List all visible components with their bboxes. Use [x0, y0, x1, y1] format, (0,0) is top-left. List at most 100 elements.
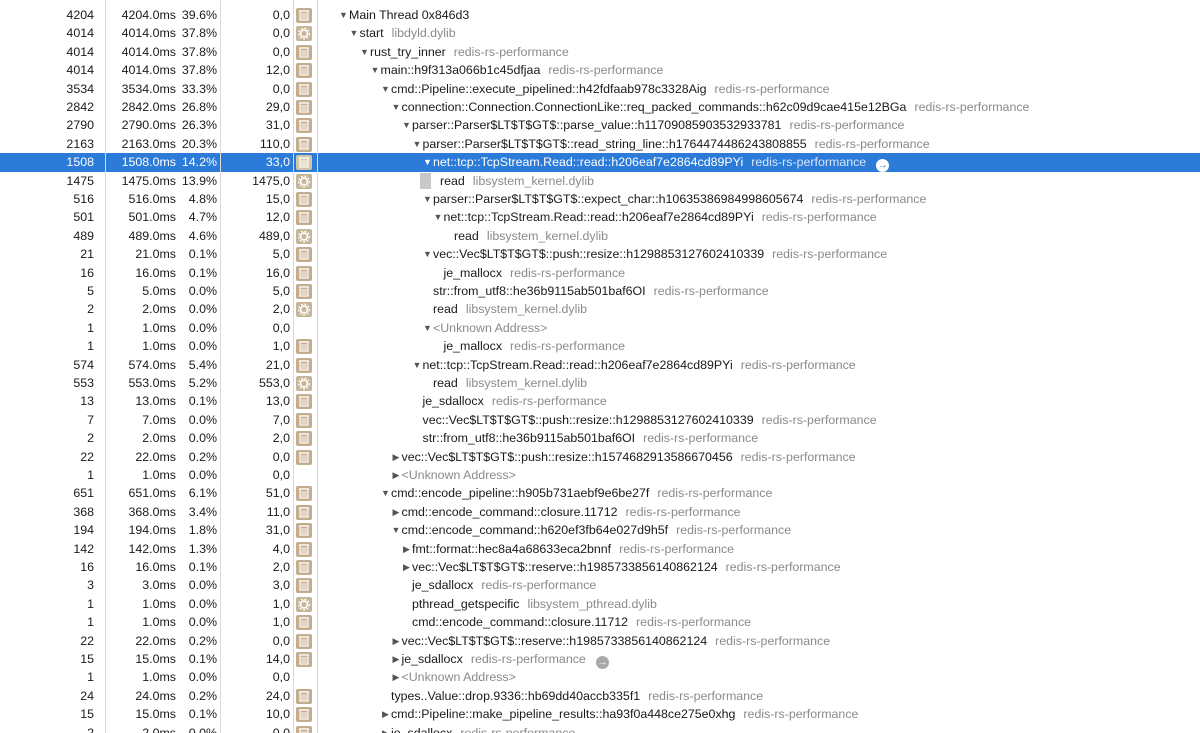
call-tree-row[interactable]: 516 516.0ms 4.8% 15,0 ▼parser::Parser$LT$T$G…: [0, 190, 1200, 208]
disclosure-expanded-icon[interactable]: ▼: [422, 190, 433, 208]
call-tree-row[interactable]: 1508 1508.0ms 14.2% 33,0 ▼net::tcp::TcpStrea…: [0, 153, 1200, 173]
disclosure-collapsed-icon[interactable]: ▶: [391, 668, 402, 686]
call-tree-row[interactable]: 16 16.0ms 0.1% 16,0 je_mallocx redis-rs-perfo…: [0, 264, 1200, 282]
call-tree-row[interactable]: 489 489.0ms 4.6% 489,0 read libsystem_kernel.…: [0, 227, 1200, 245]
call-tree-row[interactable]: 22 22.0ms 0.2% 0,0 ▶ vec::Vec$LT$T$GT$::reser…: [0, 632, 1200, 650]
call-tree-row[interactable]: 368 368.0ms 3.4% 11,0 ▶ cmd::encode_command::…: [0, 503, 1200, 521]
disclosure-collapsed-icon[interactable]: ▶: [391, 448, 402, 466]
disclosure-expanded-icon[interactable]: ▼: [359, 43, 370, 61]
call-tree-row[interactable]: 3 3.0ms 0.0% 3,0 je_sdallocx redis-rs-perform…: [0, 576, 1200, 594]
symbol-cell: je_sdallocx redis-rs-performance: [338, 576, 1200, 594]
disclosure-expanded-icon[interactable]: ▼: [391, 521, 402, 539]
call-tree-row[interactable]: 4014 4014.0ms 37.8% 0,0 ▼rust_try_inner redis…: [0, 43, 1200, 61]
disclosure-expanded-icon[interactable]: ▼: [412, 135, 423, 153]
call-tree-row[interactable]: 2790 2790.0ms 26.3% 31,0 ▼parser::Parser$LT$…: [0, 116, 1200, 134]
symbol-name: vec::Vec$LT$T$GT$::reserve::h19857338561…: [401, 633, 708, 648]
call-tree-row[interactable]: 1 1.0ms 0.0% 1,0 je_mallocx redis-rs-performa…: [0, 337, 1200, 355]
running-time: 4014.0ms: [121, 44, 176, 59]
call-tree-row[interactable]: 21 21.0ms 0.1% 5,0 ▼vec::Vec$LT$T$GT$::push:…: [0, 245, 1200, 263]
self-weight: 0,0: [272, 468, 290, 482]
symbol-name: main::h9f313a066b1c45dfjaa: [380, 63, 541, 78]
self-weight: 29,0: [265, 100, 290, 114]
symbol-cell: read libsystem_kernel.dylib: [338, 374, 1200, 392]
running-time: 574.0ms: [128, 357, 176, 372]
symbol-cell: ▼cmd::Pipeline::execute_pipelined::h42fd…: [338, 80, 1200, 98]
running-percent: 0.0%: [188, 468, 217, 482]
go-to-source-icon[interactable]: →: [595, 656, 609, 669]
disclosure-collapsed-icon[interactable]: ▶: [380, 705, 391, 723]
call-tree-row[interactable]: 24 24.0ms 0.2% 24,0 types..Value::drop.9336:…: [0, 687, 1200, 705]
call-tree-row[interactable]: 7 7.0ms 0.0% 7,0 vec::Vec$LT$T$GT$::push::re…: [0, 411, 1200, 429]
library-icon: [296, 357, 312, 373]
library-name: redis-rs-performance: [653, 284, 769, 298]
call-tree-row[interactable]: 651 651.0ms 6.1% 51,0 ▼cmd::encode_pipeline:…: [0, 484, 1200, 502]
disclosure-collapsed-icon[interactable]: ▶: [401, 540, 412, 558]
call-tree-row[interactable]: 1 1.0ms 0.0% 0,0 ▶ <Unknown Address>: [0, 466, 1200, 484]
symbol-cell: ▼net::tcp::TcpStream.Read::read::h206eaf…: [338, 153, 1200, 173]
call-tree-row[interactable]: 15 15.0ms 0.1% 10,0 ▶ cmd::Pipeline::make_pip…: [0, 705, 1200, 723]
sample-count: 2: [87, 431, 94, 446]
call-tree-row[interactable]: 2 2.0ms 0.0% 0,0 ▶ je_sdallocx redis-rs-perfor…: [0, 724, 1200, 733]
call-tree-row[interactable]: 1 1.0ms 0.0% 1,0 cmd::encode_command::closur…: [0, 613, 1200, 631]
sample-count: 1: [87, 615, 94, 630]
symbol-cell: ▼main::h9f313a066b1c45dfjaa redis-rs-perf…: [338, 61, 1200, 79]
call-tree-row[interactable]: 4014 4014.0ms 37.8% 12,0 ▼main::h9f313a066b1…: [0, 61, 1200, 79]
disclosure-expanded-icon[interactable]: ▼: [391, 98, 402, 116]
call-tree-row[interactable]: 142 142.0ms 1.3% 4,0 ▶ fmt::format::hec8a4a68…: [0, 540, 1200, 558]
disclosure-expanded-icon[interactable]: ▼: [433, 208, 444, 226]
call-tree-row[interactable]: 574 574.0ms 5.4% 21,0 ▼net::tcp::TcpStream.R…: [0, 356, 1200, 374]
disclosure-expanded-icon[interactable]: ▼: [338, 6, 349, 24]
call-tree-row[interactable]: 1 1.0ms 0.0% 0,0 ▼<Unknown Address>: [0, 319, 1200, 337]
symbol-cell: cmd::encode_command::closure.11712 redis-…: [338, 613, 1200, 631]
disclosure-collapsed-icon[interactable]: ▶: [401, 558, 412, 576]
symbol-cell: ▼<Unknown Address>: [338, 319, 1200, 337]
symbol-name: str::from_utf8::he36b9115ab501baf6OI: [422, 431, 636, 446]
call-tree-row[interactable]: 1475 1475.0ms 13.9% 1475,0 read libsystem_ker…: [0, 172, 1200, 190]
call-tree-row[interactable]: 194 194.0ms 1.8% 31,0 ▼cmd::encode_command::…: [0, 521, 1200, 539]
disclosure-collapsed-icon[interactable]: ▶: [380, 724, 391, 733]
disclosure-expanded-icon[interactable]: ▼: [380, 80, 391, 98]
call-tree-row[interactable]: 1 1.0ms 0.0% 0,0 ▶ <Unknown Address>: [0, 668, 1200, 686]
call-tree-row[interactable]: 16 16.0ms 0.1% 2,0 ▶ vec::Vec$LT$T$GT$::reser…: [0, 558, 1200, 576]
disclosure-collapsed-icon[interactable]: ▶: [391, 503, 402, 521]
disclosure-expanded-icon[interactable]: ▼: [422, 153, 433, 171]
disclosure-expanded-icon[interactable]: ▼: [380, 484, 391, 502]
symbol-cell: ▶ vec::Vec$LT$T$GT$::push::resize::h15746…: [338, 448, 1200, 466]
library-name: redis-rs-performance: [714, 81, 830, 96]
call-tree-row[interactable]: 5 5.0ms 0.0% 5,0 str::from_utf8::he36b9115ab…: [0, 282, 1200, 300]
symbol-name: connection::Connection.ConnectionLike::r…: [401, 100, 907, 114]
library-name: libsystem_kernel.dylib: [486, 228, 609, 243]
go-to-source-icon[interactable]: →: [876, 159, 890, 173]
call-tree-row[interactable]: 13 13.0ms 0.1% 13,0 je_sdallocx redis-rs-perf…: [0, 392, 1200, 410]
call-tree-row[interactable]: 22 22.0ms 0.2% 0,0 ▶ vec::Vec$LT$T$GT$::push:…: [0, 448, 1200, 466]
symbol-cell: ▶ je_sdallocx redis-rs-performance →: [338, 650, 1200, 669]
call-tree-row[interactable]: 2 2.0ms 0.0% 2,0 str::from_utf8::he36b9115ab…: [0, 429, 1200, 447]
disclosure-expanded-icon[interactable]: ▼: [422, 319, 433, 337]
disclosure-expanded-icon[interactable]: ▼: [370, 61, 381, 79]
disclosure-expanded-icon[interactable]: ▼: [401, 116, 412, 134]
library-icon: [296, 486, 312, 502]
call-tree-row[interactable]: 2163 2163.0ms 20.3% 110,0 ▼parser::Parser$LT…: [0, 135, 1200, 153]
disclosure-collapsed-icon[interactable]: ▶: [391, 632, 402, 650]
call-tree-row[interactable]: 2842 2842.0ms 26.8% 29,0 ▼connection::Connec…: [0, 98, 1200, 116]
call-tree-row[interactable]: 2 2.0ms 0.0% 2,0 read libsystem_kernel.dylib: [0, 300, 1200, 318]
running-percent: 0.0%: [188, 320, 217, 335]
call-tree-row[interactable]: 4204 4204.0ms 39.6% 0,0 ▼Main Thread 0x846d3: [0, 6, 1200, 24]
call-tree-row[interactable]: 3534 3534.0ms 33.3% 0,0 ▼cmd::Pipeline::exec…: [0, 80, 1200, 98]
call-tree-row[interactable]: 501 501.0ms 4.7% 12,0 ▼net::tcp::TcpStream.R…: [0, 208, 1200, 226]
disclosure-collapsed-icon[interactable]: ▶: [391, 650, 402, 668]
call-tree-row[interactable]: 15 15.0ms 0.1% 14,0 ▶ je_sdallocx redis-rs-per…: [0, 650, 1200, 669]
sample-count: 142: [73, 541, 94, 556]
disclosure-expanded-icon[interactable]: ▼: [422, 245, 433, 263]
running-percent: 0.1%: [188, 707, 217, 722]
call-tree-row[interactable]: 1 1.0ms 0.0% 1,0 pthread_getspecific libsyste…: [0, 595, 1200, 613]
call-tree-row[interactable]: 4014 4014.0ms 37.8% 0,0 ▼start libdyld.dylib: [0, 24, 1200, 42]
symbol-name: je_sdallocx: [422, 394, 484, 409]
disclosure-expanded-icon[interactable]: ▼: [412, 356, 423, 374]
column-separator: [105, 0, 106, 733]
call-tree-row[interactable]: 553 553.0ms 5.2% 553,0 read libsystem_kernel.…: [0, 374, 1200, 392]
running-time: 1.0ms: [142, 596, 176, 611]
symbol-name: cmd::encode_command::closure.11712: [412, 615, 629, 630]
disclosure-collapsed-icon[interactable]: ▶: [391, 466, 402, 484]
disclosure-expanded-icon[interactable]: ▼: [349, 24, 360, 42]
